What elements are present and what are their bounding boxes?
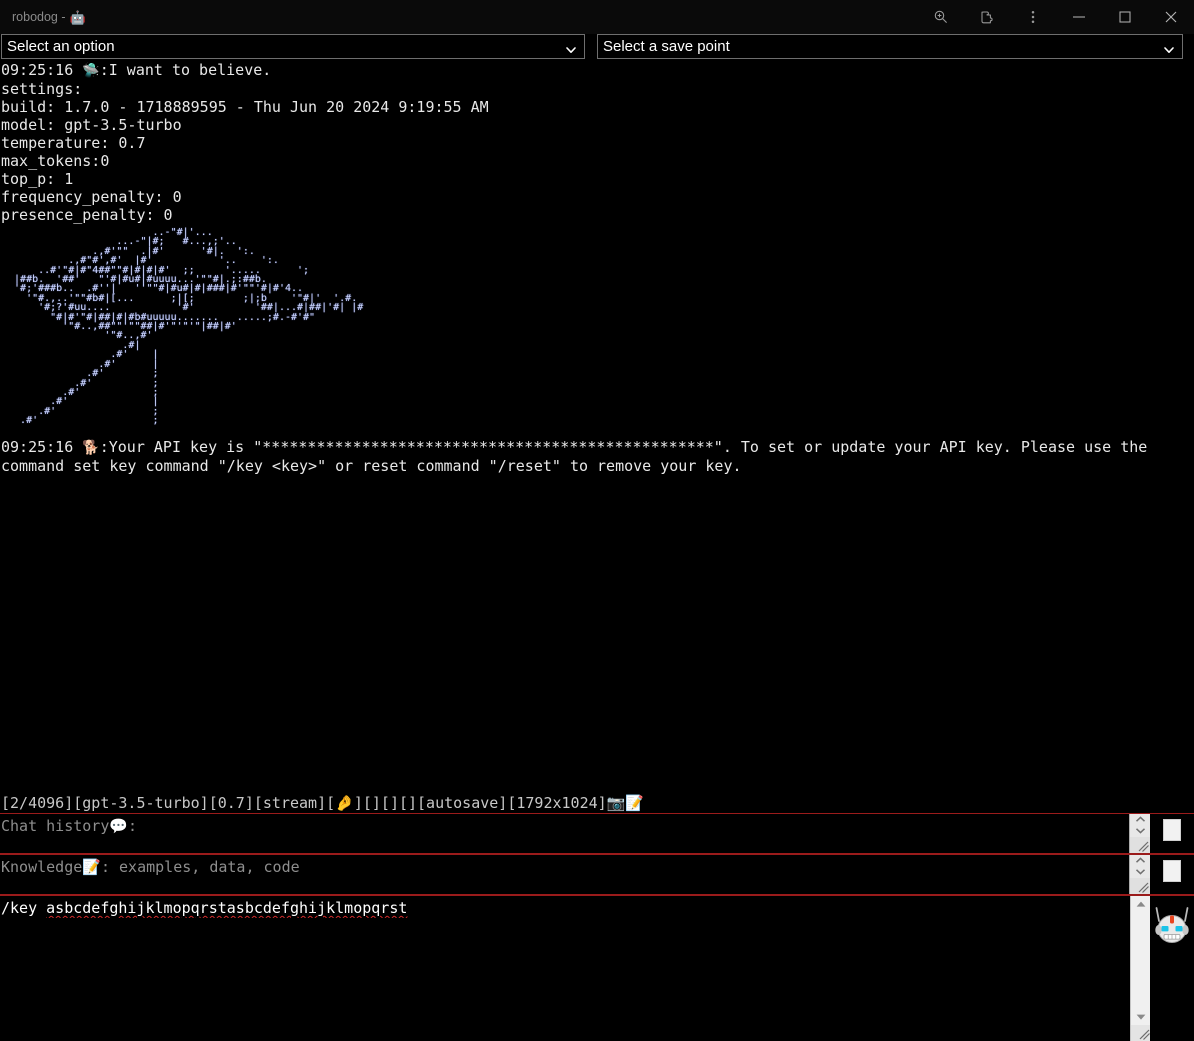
knowledge-stepper[interactable]	[1129, 855, 1150, 894]
prompt-argument: asbcdefghijklmopqrstasbcdefghijklmopqrst	[46, 899, 408, 917]
chevron-down-icon	[565, 41, 577, 53]
knowledge-placeholder: Knowledge📝: examples, data, code	[1, 858, 300, 876]
chevron-up-icon[interactable]	[1130, 855, 1150, 866]
window-title: robodog - 🤖	[0, 10, 86, 24]
resize-grip-icon[interactable]	[1130, 878, 1150, 894]
robodog-app-window: robodog - 🤖 Select an option Select a sa…	[0, 0, 1194, 1041]
minimize-icon[interactable]	[1056, 0, 1102, 34]
chevron-down-icon	[1163, 41, 1175, 53]
option-select[interactable]: Select an option	[1, 34, 585, 59]
extensions-icon[interactable]	[964, 0, 1010, 34]
close-icon[interactable]	[1148, 0, 1194, 34]
terminal-line-model: model: gpt-3.5-turbo	[1, 116, 182, 134]
terminal-line-greeting: 09:25:16 🛸:I want to believe.	[0, 61, 1194, 80]
ascii-art-ufo: ..-"#|'... ...-"|#; #...,;'.. .,#'"" .|#…	[14, 227, 364, 427]
knowledge-input[interactable]: Knowledge📝: examples, data, code	[0, 854, 1194, 895]
chevron-up-icon[interactable]	[1130, 814, 1150, 825]
terminal-line-api-key-message: 09:25:16 🐕:Your API key is "************…	[0, 438, 1194, 475]
dog-icon: 🐕	[82, 439, 100, 456]
terminal-output: 09:25:16 🛸:I want to believe. settings: …	[0, 61, 1194, 791]
resize-grip-icon[interactable]	[1130, 1025, 1151, 1041]
selects-row: Select an option Select a save point	[0, 34, 1194, 61]
terminal-line-build: build: 1.7.0 - 1718889595 - Thu Jun 20 2…	[1, 98, 489, 116]
status-bar: [2/4096][gpt-3.5-turbo][0.7][stream][🤌][…	[1, 794, 645, 812]
chat-history-side-cell	[1150, 814, 1194, 853]
greeting-time: 09:25:16	[1, 61, 74, 79]
chat-history-placeholder: Chat history💬:	[1, 817, 138, 835]
greeting-text: :I want to believe.	[99, 61, 272, 79]
terminal-line-settings: settings:	[1, 80, 83, 98]
knowledge-side-cell	[1150, 855, 1194, 894]
scroll-down-icon[interactable]	[1130, 1009, 1151, 1025]
ufo-icon: 🛸	[82, 63, 100, 79]
api-message-time: 09:25:16	[1, 437, 74, 456]
maximize-icon[interactable]	[1102, 0, 1148, 34]
window-title-text: robodog -	[12, 10, 66, 24]
menu-icon[interactable]	[1010, 0, 1056, 34]
chevron-down-icon[interactable]	[1130, 866, 1150, 877]
prompt-command: /key	[1, 899, 38, 917]
resize-grip-icon[interactable]	[1130, 837, 1150, 853]
chat-history-stepper[interactable]	[1129, 814, 1150, 853]
scrollbar-track[interactable]	[1130, 912, 1151, 1009]
savepoint-select-label: Select a save point	[603, 38, 730, 55]
api-message-text: :Your API key is "**********************…	[1, 437, 1157, 475]
robot-avatar-icon[interactable]	[1153, 905, 1191, 945]
terminal-line-presence-penalty: presence_penalty: 0	[1, 206, 173, 224]
robot-icon: 🤖	[69, 9, 86, 25]
terminal-line-temperature: temperature: 0.7	[1, 134, 146, 152]
terminal-line-frequency-penalty: frequency_penalty: 0	[1, 188, 182, 206]
chevron-down-icon[interactable]	[1130, 825, 1150, 836]
robot-avatar-cell[interactable]	[1150, 896, 1194, 1041]
option-select-label: Select an option	[7, 38, 115, 55]
terminal-line-top-p: top_p: 1	[1, 170, 74, 188]
prompt-input[interactable]: /key asbcdefghijklmopqrstasbcdefghijklmo…	[0, 895, 1194, 1041]
chat-history-input[interactable]: Chat history💬:	[0, 813, 1194, 854]
title-bar: robodog - 🤖	[0, 0, 1194, 34]
knowledge-side-button[interactable]	[1163, 860, 1181, 882]
savepoint-select[interactable]: Select a save point	[597, 34, 1183, 59]
scroll-up-icon[interactable]	[1130, 896, 1151, 912]
terminal-line-max-tokens: max_tokens:0	[1, 152, 110, 170]
prompt-scrollbar[interactable]	[1130, 896, 1151, 1041]
prompt-text: /key asbcdefghijklmopqrstasbcdefghijklmo…	[0, 896, 1130, 918]
search-icon[interactable]	[918, 0, 964, 34]
chat-history-side-button[interactable]	[1163, 819, 1181, 841]
